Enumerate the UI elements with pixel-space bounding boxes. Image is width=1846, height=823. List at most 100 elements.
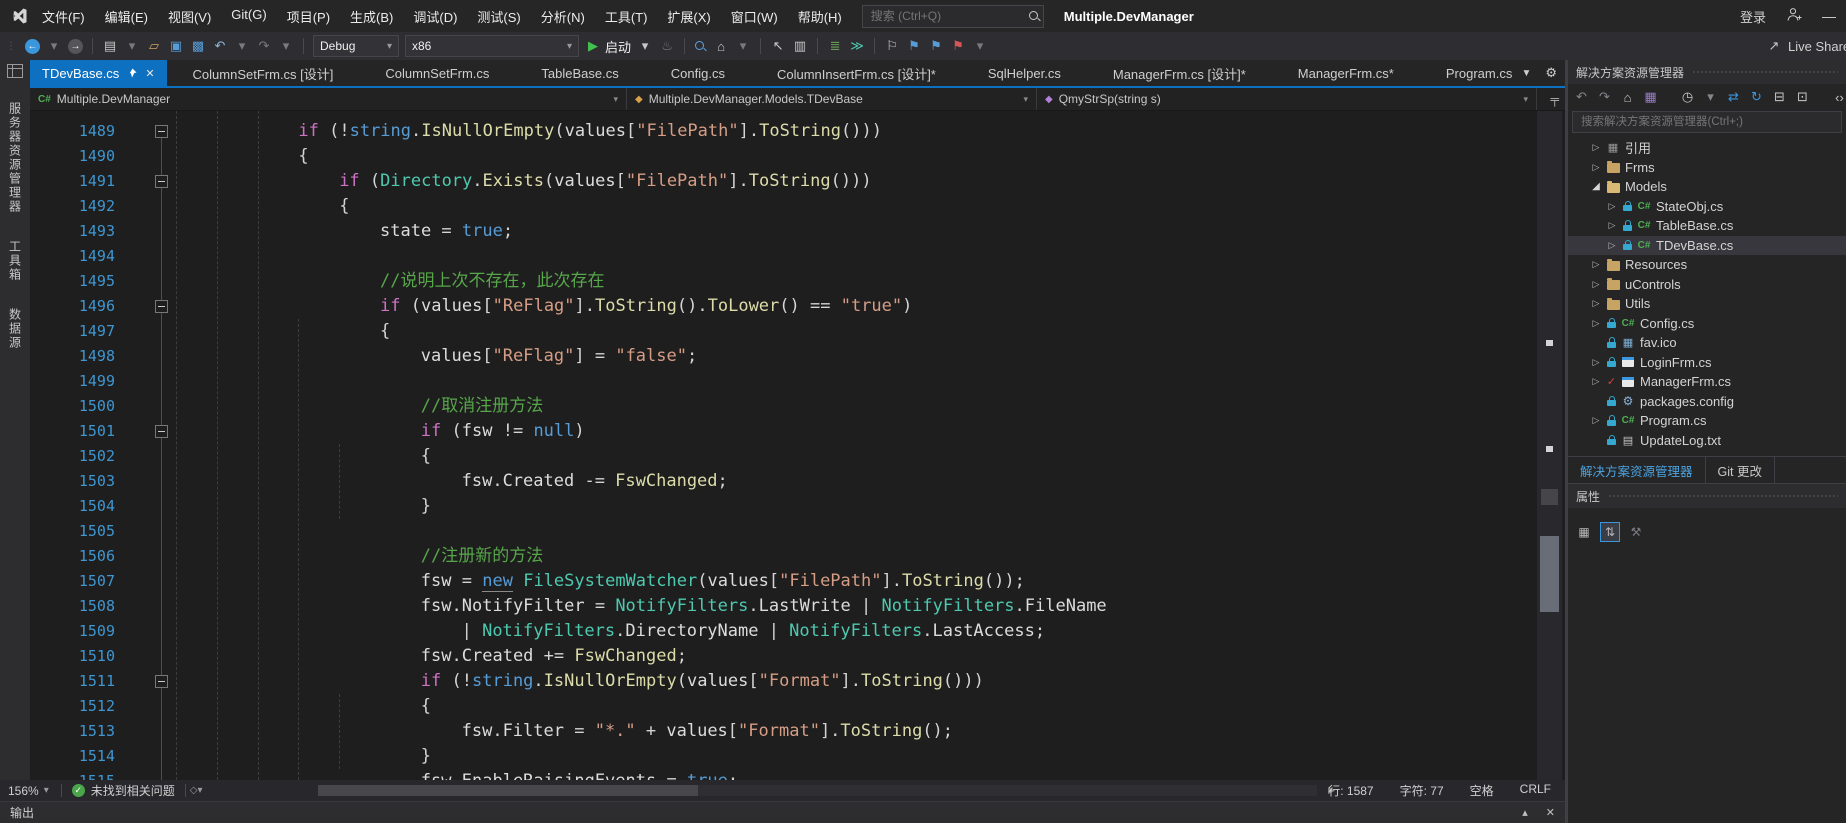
new-file-icon[interactable]: ▤ [102, 38, 118, 54]
code-line[interactable]: 1492{ [30, 194, 1565, 219]
collapse-arrow-icon[interactable]: ◢ [1588, 181, 1604, 192]
code-line[interactable]: 1514} [30, 744, 1565, 769]
server-explorer-icon[interactable] [7, 64, 23, 78]
expand-arrow-icon[interactable]: ▷ [1588, 415, 1604, 426]
code-line[interactable]: 1511if (!string.IsNullOrEmpty(values["Fo… [30, 669, 1565, 694]
expand-arrow-icon[interactable]: ▷ [1588, 162, 1604, 173]
code-line[interactable]: 1512{ [30, 694, 1565, 719]
categorized-icon[interactable]: ▦ [1574, 522, 1594, 542]
bookmark-caret-icon[interactable]: ▾ [972, 38, 988, 54]
format-indent-icon[interactable]: ≣ [827, 38, 843, 54]
breadcrumb-segment-1[interactable]: ◆Multiple.DevManager.Models.TDevBase▾ [627, 88, 1037, 110]
menu-item-11[interactable]: 窗口(W) [721, 7, 788, 26]
tree-item-frms[interactable]: ▷Frms [1568, 158, 1846, 178]
platform-combo[interactable]: x86▾ [405, 35, 579, 57]
undo-icon[interactable]: ↶ [212, 38, 228, 54]
filter-caret-icon[interactable]: ▾ [1703, 88, 1718, 106]
menu-item-4[interactable]: 项目(P) [277, 7, 340, 26]
minimize-button[interactable]: — [1822, 8, 1842, 24]
tree-item-fav-ico[interactable]: ▦fav.ico [1568, 333, 1846, 353]
tree-item-models[interactable]: ◢Models [1568, 177, 1846, 197]
save-all-icon[interactable]: ▩ [190, 38, 206, 54]
code-line[interactable]: 1502{ [30, 444, 1565, 469]
solution-search-input[interactable] [1579, 115, 1835, 129]
tree-item-resources[interactable]: ▷Resources [1568, 255, 1846, 275]
expand-arrow-icon[interactable]: ▷ [1588, 142, 1604, 153]
live-share-button[interactable]: Live Share [1788, 39, 1846, 54]
breadcrumb-segment-2[interactable]: ◆QmyStrSp(string s)▾ [1037, 88, 1537, 110]
code-line[interactable]: 1498values["ReFlag"] = "false"; [30, 344, 1565, 369]
code-line[interactable]: 1501if (fsw != null) [30, 419, 1565, 444]
tree-item-utils[interactable]: ▷Utils [1568, 294, 1846, 314]
solution-search-box[interactable] [1572, 111, 1842, 133]
menu-item-9[interactable]: 工具(T) [595, 7, 658, 26]
pin-icon[interactable] [127, 66, 137, 81]
show-all-files-icon[interactable]: ⊡ [1795, 88, 1810, 106]
vertical-tab-1[interactable]: 工具箱 [7, 240, 24, 282]
expand-arrow-icon[interactable]: ▷ [1604, 201, 1620, 212]
document-tab-1[interactable]: ColumnSetFrm.cs [设计] [167, 60, 360, 86]
redo-caret-icon[interactable]: ▾ [278, 38, 294, 54]
start-caret-icon[interactable]: ▾ [637, 38, 653, 54]
document-health-indicator[interactable]: ✓ 未找到相关问题 [66, 782, 181, 799]
tree-item-updatelog-txt[interactable]: ▤UpdateLog.txt [1568, 431, 1846, 451]
code-line[interactable]: 1494 [30, 244, 1565, 269]
fold-collapse-icon[interactable] [155, 175, 168, 188]
editor-vertical-scrollbar[interactable] [1537, 111, 1562, 780]
tree-item-tdevbase-cs[interactable]: ▷C#TDevBase.cs [1568, 236, 1846, 256]
scrollbar-thumb[interactable] [1540, 536, 1559, 612]
refresh-icon[interactable]: ⇄ [1726, 88, 1741, 106]
home-caret-icon[interactable]: ▾ [735, 38, 751, 54]
tree-item-managerfrm-cs[interactable]: ▷✓ManagerFrm.cs [1568, 372, 1846, 392]
code-line[interactable]: 1491if (Directory.Exists(values["FilePat… [30, 169, 1565, 194]
fold-collapse-icon[interactable] [155, 300, 168, 313]
home-icon[interactable]: ⌂ [713, 39, 729, 54]
menu-item-10[interactable]: 扩展(X) [657, 7, 720, 26]
switch-views-icon[interactable]: ▦ [1643, 88, 1658, 106]
tree-item-stateobj-cs[interactable]: ▷C#StateObj.cs [1568, 197, 1846, 217]
sign-in-button[interactable]: 登录 [1740, 7, 1766, 26]
property-pages-icon[interactable]: ⚒ [1626, 522, 1646, 542]
back-icon[interactable]: ↶ [1574, 88, 1589, 106]
expand-arrow-icon[interactable]: ▷ [1604, 240, 1620, 251]
back-caret-icon[interactable]: ▾ [46, 38, 62, 54]
sync-icon[interactable]: ↻ [1749, 88, 1764, 106]
tree-item-loginfrm-cs[interactable]: ▷LoginFrm.cs [1568, 353, 1846, 373]
remove-bookmark-icon[interactable]: ⚑ [950, 38, 966, 54]
expand-panel-icon[interactable]: ▴ [1522, 806, 1528, 819]
code-line[interactable]: 1505 [30, 519, 1565, 544]
fold-collapse-icon[interactable] [155, 425, 168, 438]
expand-arrow-icon[interactable]: ▷ [1588, 376, 1604, 387]
vertical-tab-0[interactable]: 服务器资源管理器 [7, 102, 24, 214]
tree-item-packages-config[interactable]: ⚙packages.config [1568, 392, 1846, 412]
output-panel-bar[interactable]: 输出 ▴ ✕ [0, 801, 1565, 823]
navigate-forward-icon[interactable]: → [68, 39, 83, 54]
live-share-icon[interactable]: ↗ [1766, 38, 1782, 54]
tree-item-config-cs[interactable]: ▷C#Config.cs [1568, 314, 1846, 334]
tree-item-tablebase-cs[interactable]: ▷C#TableBase.cs [1568, 216, 1846, 236]
hot-reload-icon[interactable]: ♨ [659, 38, 675, 54]
account-icon[interactable] [1786, 7, 1802, 25]
quick-search-box[interactable] [862, 5, 1044, 28]
expand-arrow-icon[interactable]: ▷ [1588, 298, 1604, 309]
collapse-all-icon[interactable]: ⊟ [1772, 88, 1787, 106]
tab-options-gear-icon[interactable]: ⚙ [1545, 65, 1557, 81]
forward-icon[interactable]: ↷ [1597, 88, 1612, 106]
format-document-icon[interactable]: ≫ [849, 38, 865, 54]
zoom-selector[interactable]: 156% ▾ [0, 784, 57, 798]
code-line[interactable]: 1500//取消注册方法 [30, 394, 1565, 419]
tree-item-program-cs[interactable]: ▷C#Program.cs [1568, 411, 1846, 431]
find-in-files-icon[interactable] [694, 40, 707, 53]
code-line[interactable]: 1513fsw.Filter = "*." + values["Format"]… [30, 719, 1565, 744]
menu-item-8[interactable]: 分析(N) [531, 7, 595, 26]
code-line[interactable]: 1489if (!string.IsNullOrEmpty(values["Fi… [30, 119, 1565, 144]
document-tab-0[interactable]: TDevBase.cs✕ [30, 60, 167, 86]
menu-item-1[interactable]: 编辑(E) [95, 7, 158, 26]
tool-window-tab-1[interactable]: Git 更改 [1706, 457, 1775, 483]
tree-item--[interactable]: ▷▦引用 [1568, 138, 1846, 158]
document-tab-5[interactable]: ColumnInsertFrm.cs [设计]* [751, 60, 962, 86]
document-tab-8[interactable]: ManagerFrm.cs* [1272, 60, 1420, 86]
code-line[interactable]: 1510fsw.Created += FswChanged; [30, 644, 1565, 669]
redo-icon[interactable]: ↷ [256, 38, 272, 54]
vertical-tab-2[interactable]: 数据源 [7, 308, 24, 350]
